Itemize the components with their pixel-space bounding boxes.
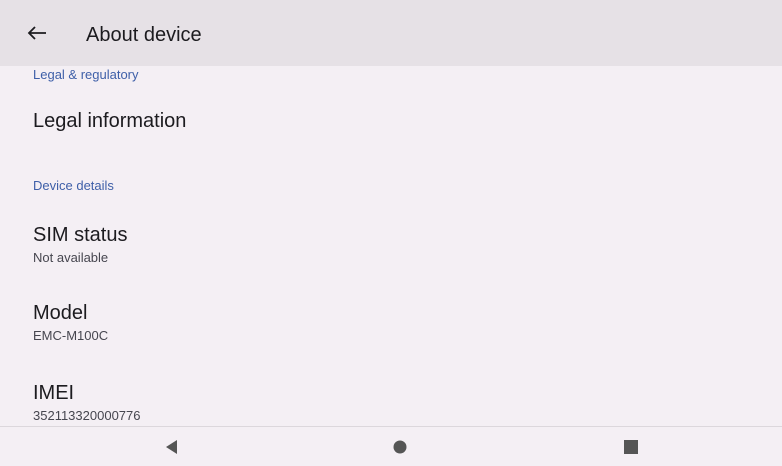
arrow-back-icon (27, 26, 46, 40)
sim-status-label: SIM status (33, 224, 128, 246)
model-item[interactable]: Model EMC-M100C (0, 290, 782, 350)
navigation-bar (0, 426, 782, 466)
section-header-legal: Legal & regulatory (33, 67, 139, 82)
about-device-screen: About device Legal & regulatory Legal in… (0, 0, 782, 466)
legal-information-label: Legal information (33, 110, 187, 132)
page-title: About device (86, 24, 202, 46)
model-summary: EMC-M100C (33, 328, 109, 343)
nav-back-icon (166, 440, 177, 454)
nav-back-button[interactable] (158, 433, 186, 461)
legal-information-item[interactable]: Legal information (0, 96, 782, 152)
imei-item[interactable]: IMEI 352113320000776 (0, 370, 782, 426)
section-header-device-details: Device details (33, 178, 114, 193)
nav-recents-button[interactable] (617, 433, 645, 461)
sim-status-summary: Not available (33, 250, 109, 265)
nav-home-button[interactable] (386, 433, 414, 461)
imei-summary: 352113320000776 (33, 408, 141, 423)
nav-recents-icon (624, 440, 638, 454)
imei-label: IMEI (33, 382, 75, 404)
model-label: Model (33, 302, 88, 324)
back-button[interactable] (22, 20, 52, 50)
app-bar: About device (0, 0, 782, 66)
sim-status-item[interactable]: SIM status Not available (0, 212, 782, 272)
nav-home-icon (393, 440, 407, 454)
